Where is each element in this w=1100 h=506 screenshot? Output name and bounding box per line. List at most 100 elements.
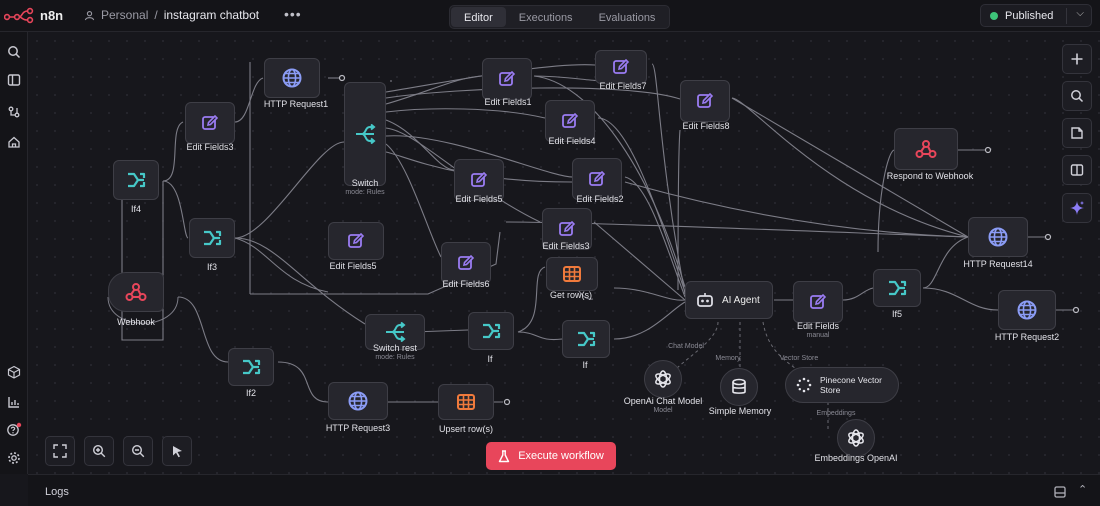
node-label: Edit Fields6 <box>442 279 490 289</box>
node-label: Pinecone Vector Store <box>820 375 882 395</box>
node-switch[interactable] <box>344 82 386 186</box>
node-http-request1[interactable] <box>264 58 320 98</box>
chevron-down-icon[interactable]: ⌵ <box>1076 8 1084 19</box>
node-label: OpenAi Chat Model <box>623 396 703 406</box>
node-label: AI Agent <box>722 294 760 306</box>
node-respond-to-webhook[interactable] <box>894 128 958 170</box>
panel-icon <box>1070 164 1084 176</box>
tidy-up-icon <box>173 446 182 458</box>
switch-icon <box>356 124 376 144</box>
tab-executions[interactable]: Executions <box>506 7 586 27</box>
chevron-up-icon[interactable]: ⌃ <box>1078 483 1087 496</box>
node-if-b[interactable] <box>562 320 610 358</box>
node-upsert-rows[interactable] <box>438 384 494 420</box>
fit-view-button[interactable] <box>45 436 75 466</box>
branch-icon <box>128 172 146 188</box>
connector-label-memory: Memory <box>715 355 741 362</box>
box-icon[interactable] <box>6 364 22 380</box>
ai-assistant-button[interactable] <box>1062 193 1092 223</box>
tab-editor[interactable]: Editor <box>451 7 506 27</box>
node-edit-fields3[interactable] <box>185 102 235 144</box>
node-get-rows[interactable] <box>546 257 598 291</box>
settings-icon[interactable] <box>6 450 22 466</box>
node-simple-memory[interactable] <box>720 368 758 406</box>
node-pinecone-vector-store[interactable]: Pinecone Vector Store <box>785 367 899 403</box>
user-icon <box>84 10 95 20</box>
switch-icon <box>386 322 406 342</box>
node-label: Simple Memory <box>708 406 772 416</box>
sticky-note-icon <box>1071 127 1083 139</box>
webhook-icon <box>915 140 937 158</box>
node-label: Embeddings OpenAI <box>814 453 898 463</box>
node-if3[interactable] <box>189 218 235 258</box>
search-icon <box>1071 90 1084 103</box>
node-label: Webhook <box>117 317 155 327</box>
node-if5[interactable] <box>873 269 921 307</box>
zoom-in-button[interactable] <box>84 436 114 466</box>
node-label: If3 <box>206 262 218 272</box>
workflow-name[interactable]: instagram chatbot <box>164 8 259 22</box>
node-edit-fields6[interactable] <box>441 242 491 284</box>
globe-icon <box>282 68 302 88</box>
node-label: If5 <box>891 309 903 319</box>
pinecone-icon <box>796 377 812 393</box>
node-edit-fields8[interactable] <box>680 80 730 122</box>
node-webhook[interactable] <box>108 272 164 312</box>
openai-icon <box>848 429 864 447</box>
node-subtitle: Model <box>653 407 673 414</box>
publish-status-button[interactable]: Published ⌵ <box>980 4 1092 27</box>
node-if4[interactable] <box>113 160 159 200</box>
toggle-panel-button[interactable] <box>1062 155 1092 185</box>
search-nodes-button[interactable] <box>1062 81 1092 111</box>
execute-workflow-button[interactable]: Execute workflow <box>486 442 616 470</box>
chart-icon[interactable] <box>6 394 22 410</box>
node-ai-agent[interactable]: AI Agent <box>685 281 773 319</box>
node-if2[interactable] <box>228 348 274 386</box>
zoom-in-icon <box>92 444 106 458</box>
home-icon[interactable] <box>6 134 22 150</box>
breadcrumb-project[interactable]: Personal <box>101 8 148 22</box>
pencil-icon <box>458 254 475 270</box>
sparkle-icon <box>1070 201 1084 215</box>
tab-evaluations[interactable]: Evaluations <box>586 7 669 27</box>
tidy-up-button[interactable] <box>162 436 192 466</box>
node-if[interactable] <box>468 312 514 350</box>
node-label: Upsert row(s) <box>438 424 494 434</box>
node-edit-fields1[interactable] <box>482 58 532 100</box>
webhook-icon <box>125 283 147 301</box>
node-openai-chat-model[interactable] <box>644 360 682 398</box>
pencil-icon <box>471 171 488 187</box>
workflow-canvas[interactable]: HTTP Request1 Edit Fields3 If4 If3 Webho… <box>28 32 1100 474</box>
add-node-button[interactable] <box>1062 44 1092 74</box>
node-label: Switch <box>351 178 379 188</box>
globe-icon <box>348 391 368 411</box>
open-logs-icon[interactable] <box>1054 485 1066 503</box>
sticky-note-button[interactable] <box>1062 118 1092 148</box>
templates-icon[interactable] <box>6 104 22 120</box>
node-http-request2[interactable] <box>998 290 1056 330</box>
node-edit-fields7[interactable] <box>595 50 647 84</box>
logs-panel-bar[interactable]: Logs ⌃ <box>28 474 1100 506</box>
node-label: Respond to Webhook <box>886 171 974 181</box>
node-http-request14[interactable] <box>968 217 1028 257</box>
help-icon[interactable] <box>6 422 22 438</box>
divider <box>1066 8 1067 24</box>
search-icon[interactable] <box>6 44 22 60</box>
branch-icon <box>204 230 222 246</box>
node-label: Edit Fields5 <box>329 261 377 271</box>
pencil-icon <box>562 112 579 128</box>
execute-workflow-label: Execute workflow <box>518 450 604 462</box>
node-label: Edit Fields1 <box>484 97 532 107</box>
node-embeddings-openai[interactable] <box>837 419 875 457</box>
panel-icon[interactable] <box>6 72 22 88</box>
branch-icon <box>483 323 501 339</box>
node-edit-fields5-a[interactable] <box>328 222 384 260</box>
node-edit-fields[interactable] <box>793 281 843 323</box>
node-label: If <box>582 360 588 370</box>
node-subtitle: manual <box>806 332 830 339</box>
more-options-button[interactable]: ••• <box>284 6 302 22</box>
n8n-logo[interactable]: n8n <box>4 6 63 24</box>
node-http-request3[interactable] <box>328 382 388 420</box>
zoom-out-button[interactable] <box>123 436 153 466</box>
node-label: HTTP Request3 <box>325 423 391 433</box>
